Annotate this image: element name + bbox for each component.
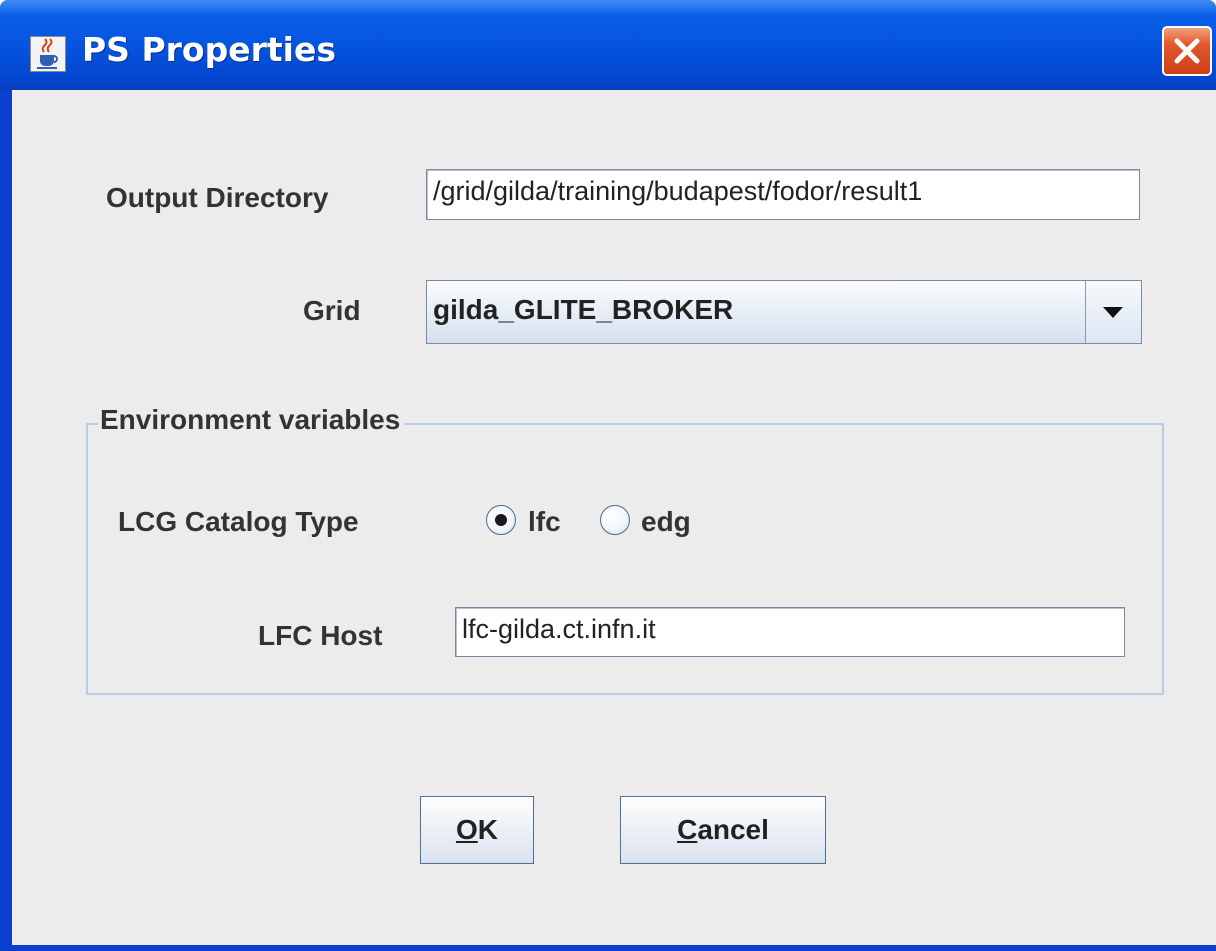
radio-edg[interactable] xyxy=(600,505,630,535)
environment-variables-title: Environment variables xyxy=(98,404,405,436)
radio-selected-dot xyxy=(495,514,507,526)
close-button[interactable] xyxy=(1162,26,1212,76)
ok-label-rest: K xyxy=(477,814,498,845)
radio-lfc-label[interactable]: lfc xyxy=(528,506,561,538)
lcg-catalog-type-label: LCG Catalog Type xyxy=(118,506,359,537)
close-icon xyxy=(1174,38,1200,64)
output-directory-input[interactable]: /grid/gilda/training/budapest/fodor/resu… xyxy=(426,169,1140,220)
ok-mnemonic: O xyxy=(455,814,478,845)
cancel-label-rest: ancel xyxy=(697,814,769,845)
ok-button[interactable]: OK xyxy=(420,796,534,864)
grid-select[interactable]: gilda_GLITE_BROKER xyxy=(426,280,1142,344)
cancel-button[interactable]: Cancel xyxy=(620,796,826,864)
window-title: PS Properties xyxy=(82,30,336,69)
grid-dropdown-button[interactable] xyxy=(1085,281,1141,343)
radio-lfc[interactable] xyxy=(486,505,516,535)
cancel-mnemonic: C xyxy=(677,814,698,845)
grid-selected-value: gilda_GLITE_BROKER xyxy=(433,294,734,325)
lfc-host-label: LFC Host xyxy=(258,620,383,651)
radio-edg-label[interactable]: edg xyxy=(641,506,691,538)
dialog-window: PS Properties Output Directory /grid/gil… xyxy=(0,0,1216,951)
output-directory-label: Output Directory xyxy=(106,182,329,213)
java-cup-icon xyxy=(30,36,66,72)
title-bar[interactable]: PS Properties xyxy=(0,0,1216,90)
chevron-down-icon xyxy=(1103,307,1123,318)
lfc-host-input[interactable]: lfc-gilda.ct.infn.it xyxy=(455,607,1125,657)
grid-label: Grid xyxy=(303,295,361,326)
